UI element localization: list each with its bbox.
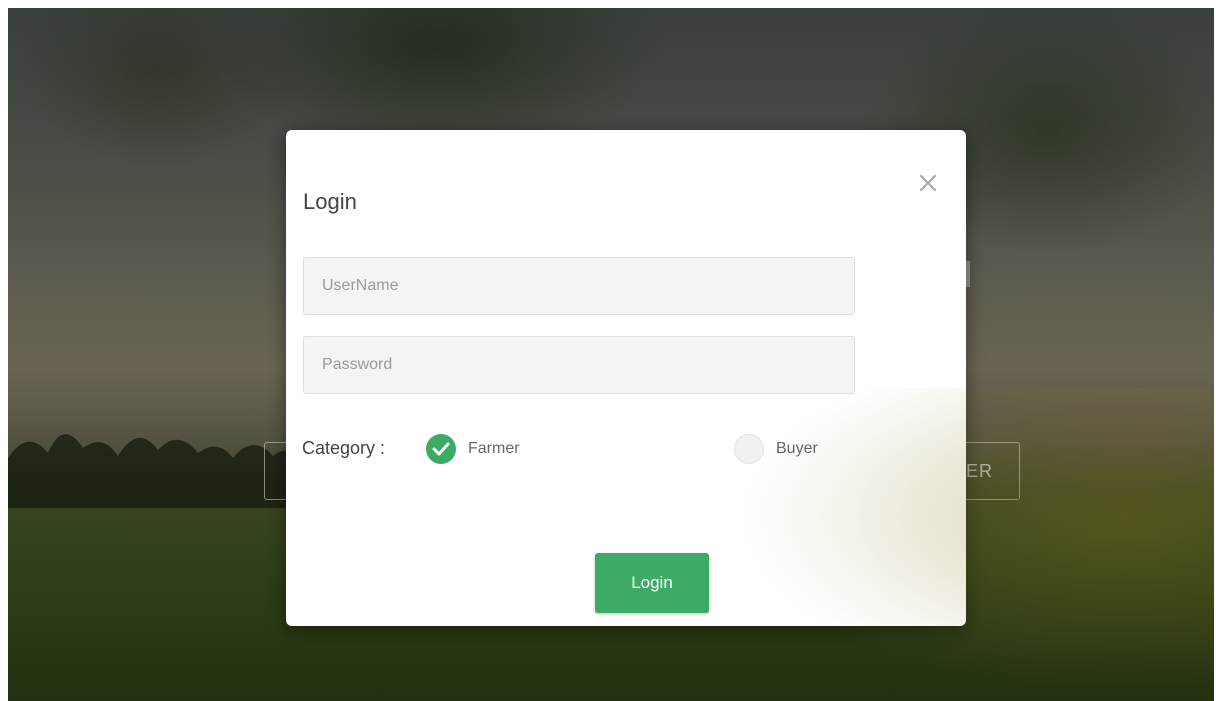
login-modal: Login Category : Farmer Buyer Login bbox=[286, 130, 966, 626]
page-background: ER Login Category : Farmer Buyer Login bbox=[8, 8, 1214, 701]
buyer-radio[interactable] bbox=[734, 434, 764, 464]
close-button[interactable] bbox=[916, 170, 940, 196]
category-label: Category : bbox=[302, 438, 386, 458]
tree-silhouette bbox=[8, 434, 308, 508]
farmer-radio-label[interactable]: Farmer bbox=[468, 438, 520, 460]
farmer-radio[interactable] bbox=[426, 434, 456, 464]
login-button[interactable]: Login bbox=[595, 553, 709, 613]
username-input[interactable] bbox=[303, 257, 855, 315]
modal-title: Login bbox=[303, 189, 357, 214]
background-button-right: ER bbox=[960, 442, 1020, 500]
close-icon bbox=[919, 174, 937, 192]
buyer-radio-label[interactable]: Buyer bbox=[776, 438, 818, 460]
checkmark-icon bbox=[432, 442, 450, 456]
background-decoration bbox=[966, 261, 970, 287]
password-input[interactable] bbox=[303, 336, 855, 394]
